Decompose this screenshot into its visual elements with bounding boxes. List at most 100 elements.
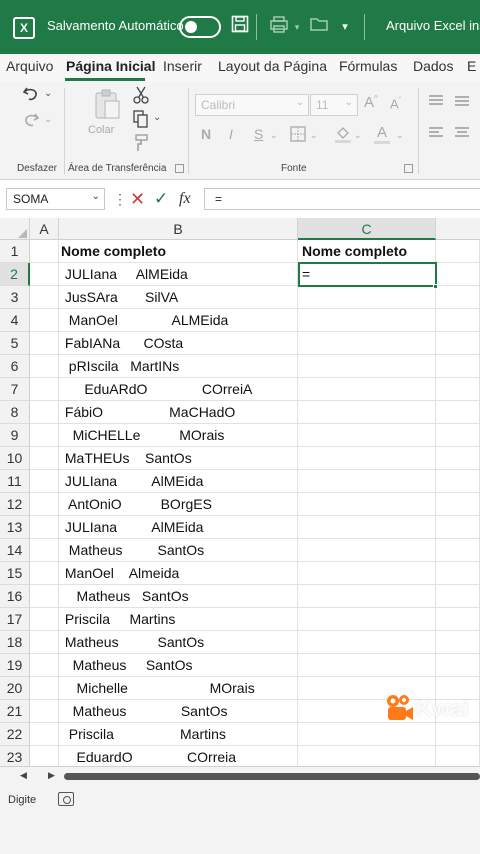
align-middle-icon[interactable] [454, 94, 470, 112]
row-header[interactable]: 11 [0, 470, 30, 493]
cell-c[interactable] [298, 332, 436, 355]
cell-c[interactable] [298, 424, 436, 447]
row-header[interactable]: 22 [0, 723, 30, 746]
cell-c[interactable] [298, 585, 436, 608]
tab-inserir[interactable]: Inserir [163, 58, 202, 74]
tab-arquivo[interactable]: Arquivo [6, 58, 53, 74]
underline-button[interactable]: S [254, 126, 263, 142]
enter-icon[interactable]: ✓ [154, 189, 168, 209]
cell-c[interactable] [298, 401, 436, 424]
row-header[interactable]: 1 [0, 240, 30, 263]
row-header[interactable]: 19 [0, 654, 30, 677]
row-header[interactable]: 18 [0, 631, 30, 654]
cell-b[interactable]: AntOniO BOrgES [59, 493, 298, 516]
save-icon[interactable] [230, 15, 250, 39]
more-options-icon[interactable]: ⋮ [113, 189, 127, 209]
cell-a[interactable] [30, 493, 59, 516]
tab-layout-da-pagina[interactable]: Layout da Página [218, 58, 327, 74]
tab-dados[interactable]: Dados [413, 58, 453, 74]
cell-c[interactable] [298, 723, 436, 746]
cell-a[interactable] [30, 309, 59, 332]
row-header[interactable]: 8 [0, 401, 30, 424]
scroll-right-icon[interactable]: ▶ [48, 770, 55, 781]
cell-b[interactable]: JULIana AlMEida [59, 263, 298, 286]
cell-a[interactable] [30, 286, 59, 309]
cell-a[interactable] [30, 654, 59, 677]
cell-a[interactable] [30, 240, 59, 263]
cell-d[interactable] [436, 401, 480, 424]
row-header[interactable]: 2 [0, 263, 30, 286]
font-size-dropdown[interactable]: 11 ⌄ [310, 94, 358, 116]
cell-c[interactable] [298, 562, 436, 585]
row-header[interactable]: 6 [0, 355, 30, 378]
font-color-chevron-icon[interactable]: ⌄ [396, 130, 404, 141]
row-header[interactable]: 14 [0, 539, 30, 562]
cell-a[interactable] [30, 516, 59, 539]
print-chevron-icon[interactable]: ▾ [292, 15, 302, 39]
row-header[interactable]: 3 [0, 286, 30, 309]
cell-d[interactable] [436, 562, 480, 585]
cell-b[interactable]: Matheus SantOs [59, 700, 298, 723]
cell-a[interactable] [30, 355, 59, 378]
accessibility-icon[interactable] [58, 792, 74, 806]
cell-a[interactable] [30, 562, 59, 585]
cell-b[interactable]: FabIANa COsta [59, 332, 298, 355]
row-header[interactable]: 15 [0, 562, 30, 585]
cell-b[interactable]: JULIana AlMEida [59, 516, 298, 539]
shrink-font-button[interactable]: Aˇ [390, 96, 401, 111]
name-box[interactable]: SOMA ⌄ [6, 188, 105, 210]
cell-b[interactable]: Matheus SantOs [59, 539, 298, 562]
folder-icon[interactable] [308, 15, 330, 39]
underline-chevron-icon[interactable]: ⌄ [270, 130, 278, 141]
tab-formulas[interactable]: Fórmulas [339, 58, 397, 74]
paste-label[interactable]: Colar [88, 124, 114, 136]
cell-c[interactable] [298, 654, 436, 677]
cell-d[interactable] [436, 723, 480, 746]
cell-b[interactable]: Michelle MOrais [59, 677, 298, 700]
align-center-icon[interactable] [454, 126, 470, 144]
cancel-icon[interactable]: ✕ [130, 189, 145, 209]
row-header[interactable]: 4 [0, 309, 30, 332]
align-top-icon[interactable] [428, 94, 444, 112]
tab-exibir[interactable]: E [467, 58, 476, 74]
cell-c[interactable] [298, 309, 436, 332]
cell-a[interactable] [30, 332, 59, 355]
format-painter-icon[interactable] [132, 134, 150, 156]
cell-c[interactable] [298, 447, 436, 470]
cell-a[interactable] [30, 608, 59, 631]
horizontal-scrollbar[interactable] [64, 773, 480, 780]
row-header[interactable]: 10 [0, 447, 30, 470]
redo-icon[interactable] [20, 110, 42, 132]
row-header[interactable]: 21 [0, 700, 30, 723]
cell-a[interactable] [30, 723, 59, 746]
cell-a[interactable] [30, 401, 59, 424]
row-header[interactable]: 16 [0, 585, 30, 608]
cut-icon[interactable] [132, 86, 150, 108]
cell-a[interactable] [30, 585, 59, 608]
cell-a[interactable] [30, 700, 59, 723]
cell-b[interactable]: Matheus SantOs [59, 585, 298, 608]
copy-icon[interactable] [132, 110, 150, 132]
cell-b[interactable]: Nome completo [59, 240, 298, 263]
cell-d[interactable] [436, 355, 480, 378]
cell-b[interactable]: MaTHEUs SantOs [59, 447, 298, 470]
cell-d[interactable] [436, 470, 480, 493]
insert-function-icon[interactable]: fx [179, 189, 191, 209]
fill-handle[interactable] [433, 284, 438, 289]
undo-chevron-icon[interactable]: ⌄ [44, 88, 52, 99]
cell-d[interactable] [436, 516, 480, 539]
italic-button[interactable]: I [229, 126, 233, 142]
file-title[interactable]: Arquivo Excel inst [386, 18, 480, 33]
cell-a[interactable] [30, 677, 59, 700]
cell-a[interactable] [30, 631, 59, 654]
print-icon[interactable] [268, 15, 290, 39]
cell-c[interactable] [298, 539, 436, 562]
cell-b[interactable]: Matheus SantOs [59, 631, 298, 654]
cell-d[interactable] [436, 447, 480, 470]
cell-a[interactable] [30, 424, 59, 447]
row-header[interactable]: 5 [0, 332, 30, 355]
cell-d[interactable] [436, 240, 480, 263]
row-header[interactable]: 9 [0, 424, 30, 447]
cell-c[interactable] [298, 378, 436, 401]
cell-d[interactable] [436, 332, 480, 355]
